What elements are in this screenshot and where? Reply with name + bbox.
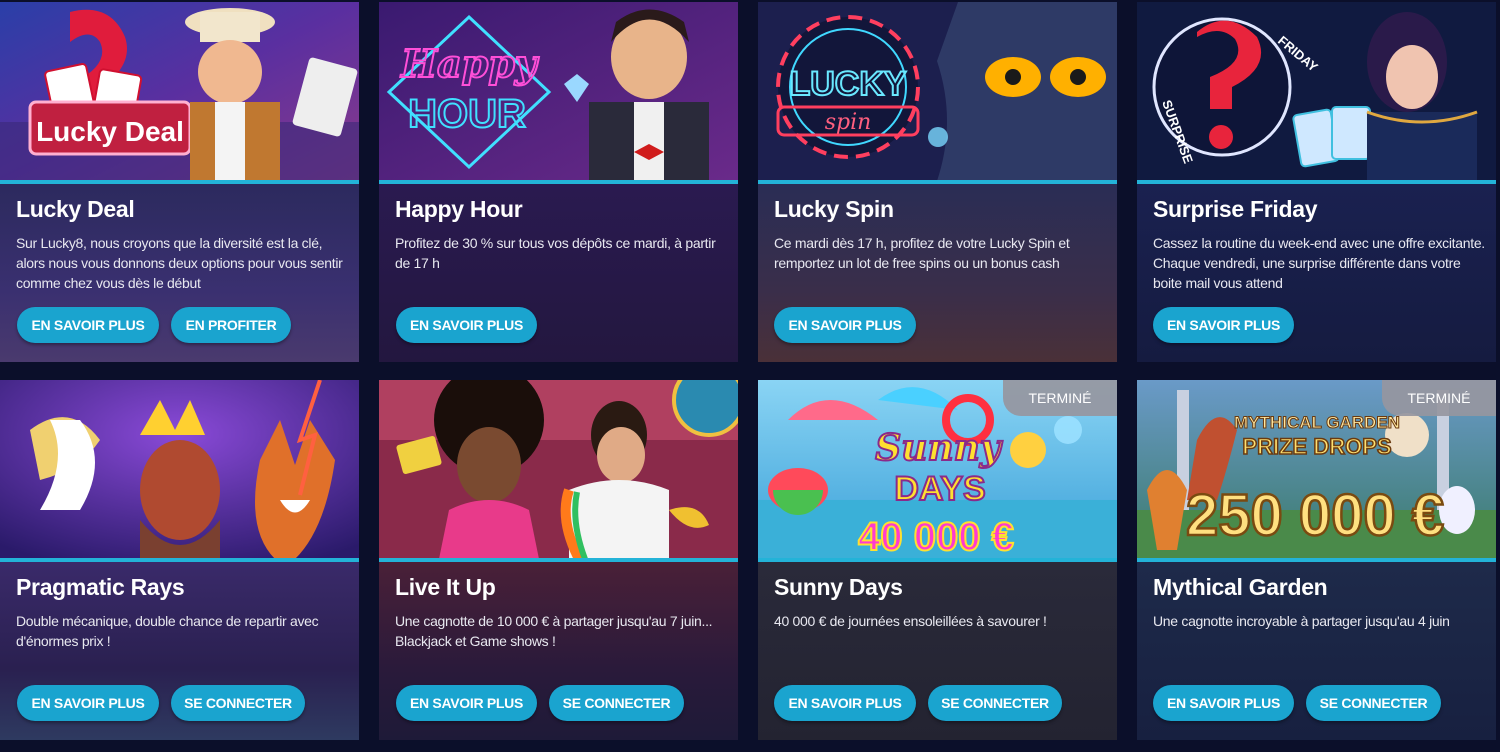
- promo-card-sunny-days: Sunny DAYS 40 000 € TERMINÉ Sunny Days 4…: [758, 380, 1117, 740]
- login-button[interactable]: SE CONNECTER: [1306, 685, 1441, 721]
- promo-image-happy-hour: Happy HOUR: [379, 2, 738, 181]
- promo-title: Lucky Spin: [774, 196, 894, 222]
- promo-title: Sunny Days: [774, 574, 903, 600]
- learn-more-button[interactable]: EN SAVOIR PLUS: [396, 685, 537, 721]
- promo-card-lucky-spin: LUCKY spin Lucky Spin Ce mardi dès 17 h,…: [758, 2, 1117, 362]
- mythical-garden-banner-text: MYTHICAL GARDEN: [1234, 413, 1400, 432]
- login-button[interactable]: SE CONNECTER: [928, 685, 1062, 721]
- promo-description: Cassez la routine du week-end avec une o…: [1153, 235, 1485, 291]
- learn-more-button[interactable]: EN SAVOIR PLUS: [774, 307, 916, 343]
- promo-description: Une cagnotte incroyable à partager jusqu…: [1153, 613, 1450, 629]
- days-banner-text: DAYS: [894, 470, 985, 508]
- prize-drops-banner-text: PRIZE DROPS: [1242, 434, 1391, 459]
- lucky-deal-banner-text: Lucky Deal: [36, 116, 184, 147]
- promo-description: Profitez de 30 % sur tous vos dépôts ce …: [395, 235, 716, 271]
- learn-more-button[interactable]: EN SAVOIR PLUS: [17, 307, 159, 343]
- promo-card-happy-hour: Happy HOUR Happy Hour Profitez de 30 % s…: [379, 2, 738, 362]
- status-badge: TERMINÉ: [1003, 380, 1117, 416]
- lucky-neon-text: LUCKY: [789, 65, 906, 103]
- promo-card-lucky-deal: Lucky Deal Lucky Deal Sur Lucky8, nous c…: [0, 2, 359, 362]
- promo-title: Live It Up: [395, 574, 496, 600]
- promo-title: Mythical Garden: [1153, 574, 1328, 600]
- sunny-prize-text: 40 000 €: [858, 515, 1014, 559]
- promo-description: Une cagnotte de 10 000 € à partager jusq…: [395, 613, 713, 649]
- mythical-prize-text: 250 000 €: [1186, 483, 1444, 548]
- promo-description: Ce mardi dès 17 h, profitez de votre Luc…: [774, 235, 1070, 271]
- sunny-banner-text: Sunny: [875, 427, 1003, 469]
- promo-description: 40 000 € de journées ensoleillées à savo…: [774, 613, 1047, 629]
- promo-title: Surprise Friday: [1153, 196, 1318, 222]
- learn-more-button[interactable]: EN SAVOIR PLUS: [1153, 685, 1294, 721]
- promo-image-live-it-up: [379, 380, 738, 559]
- claim-button[interactable]: EN PROFITER: [171, 307, 291, 343]
- promo-card-pragmatic-rays: Pragmatic Rays Double mécanique, double …: [0, 380, 359, 740]
- promo-image-surprise-friday: FRIDAY SURPRISE: [1137, 2, 1496, 181]
- learn-more-button[interactable]: EN SAVOIR PLUS: [774, 685, 916, 721]
- login-button[interactable]: SE CONNECTER: [171, 685, 305, 721]
- promo-title: Lucky Deal: [16, 196, 135, 222]
- promo-image-lucky-deal: Lucky Deal: [0, 2, 359, 181]
- hour-neon-text: HOUR: [408, 92, 526, 136]
- promo-title: Happy Hour: [395, 196, 523, 222]
- promo-image-pragmatic-rays: [0, 380, 359, 559]
- promo-card-surprise-friday: FRIDAY SURPRISE Surprise Friday Cassez l…: [1137, 2, 1496, 362]
- login-button[interactable]: SE CONNECTER: [549, 685, 684, 721]
- promo-title: Pragmatic Rays: [16, 574, 185, 600]
- learn-more-button[interactable]: EN SAVOIR PLUS: [1153, 307, 1294, 343]
- promo-description: Sur Lucky8, nous croyons que la diversit…: [16, 235, 343, 291]
- learn-more-button[interactable]: EN SAVOIR PLUS: [17, 685, 159, 721]
- spin-neon-text: spin: [825, 110, 872, 135]
- promo-card-live-it-up: Live It Up Une cagnotte de 10 000 € à pa…: [379, 380, 738, 740]
- happy-neon-text: Happy: [400, 41, 540, 86]
- promo-card-mythical-garden: MYTHICAL GARDEN PRIZE DROPS 250 000 € TE…: [1137, 380, 1496, 740]
- promotions-grid: Lucky Deal Lucky Deal Sur Lucky8, nous c…: [0, 0, 1500, 752]
- status-badge: TERMINÉ: [1382, 380, 1496, 416]
- promo-image-lucky-spin: LUCKY spin: [758, 2, 1117, 181]
- promo-description: Double mécanique, double chance de repar…: [16, 613, 319, 649]
- learn-more-button[interactable]: EN SAVOIR PLUS: [396, 307, 537, 343]
